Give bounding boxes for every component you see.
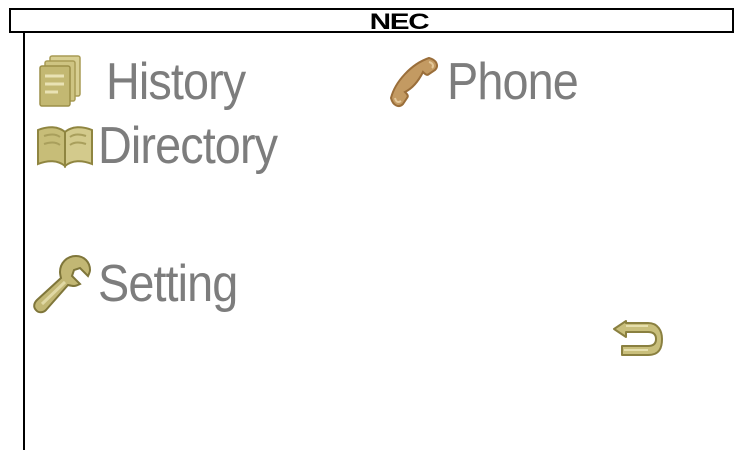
left-divider <box>23 33 25 450</box>
phone-handset-icon <box>385 54 445 110</box>
menu-item-setting[interactable]: Setting <box>32 252 253 316</box>
back-button[interactable] <box>612 317 664 359</box>
setting-label: Setting <box>98 255 238 313</box>
history-icon <box>36 54 96 110</box>
phone-label: Phone <box>447 53 579 111</box>
directory-label: Directory <box>98 117 278 175</box>
brand-logo: NEC <box>369 9 430 34</box>
menu-item-phone[interactable]: Phone <box>385 54 592 110</box>
history-label: History <box>106 53 246 111</box>
header-bar: NEC <box>9 8 734 34</box>
wrench-icon <box>32 252 94 316</box>
menu-item-directory[interactable]: Directory <box>34 120 297 172</box>
back-arrow-icon <box>612 317 664 364</box>
directory-book-icon <box>34 120 96 172</box>
menu-item-history[interactable]: History <box>36 54 261 110</box>
